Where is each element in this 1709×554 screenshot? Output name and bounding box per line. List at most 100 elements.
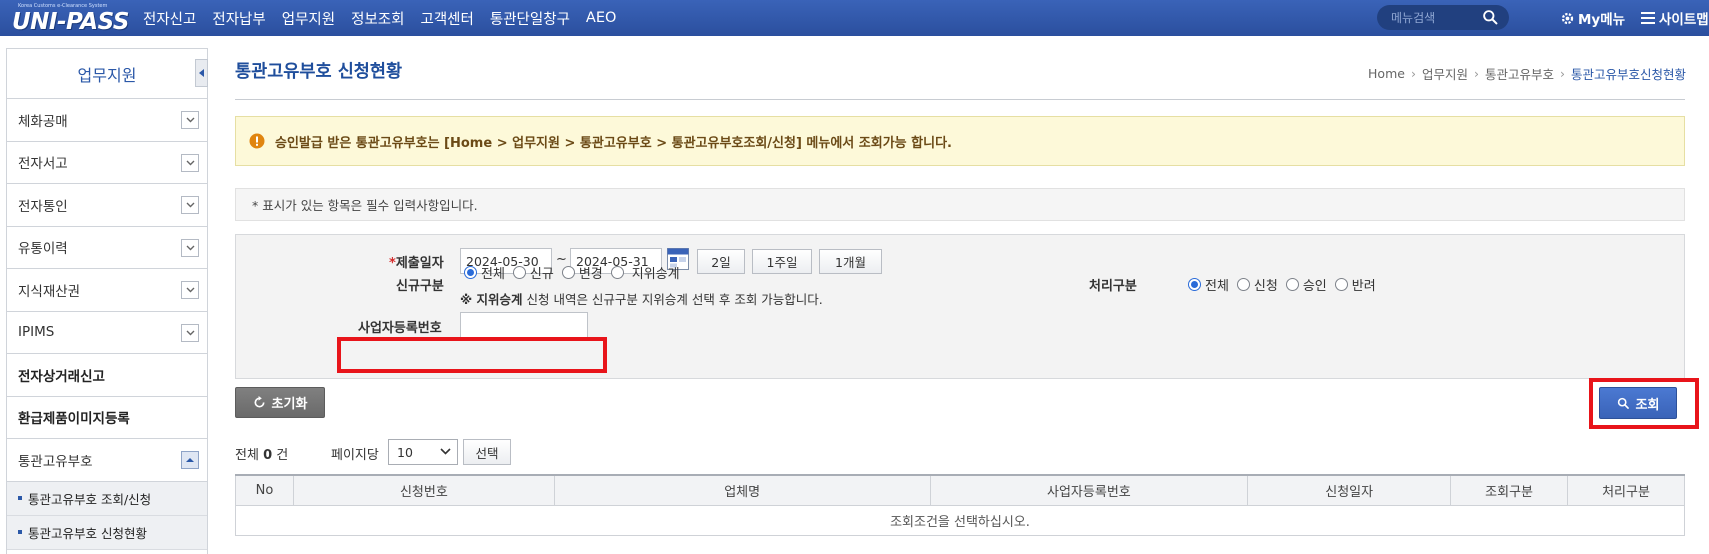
chevron-right-icon: › <box>1473 66 1479 81</box>
mymenu-link[interactable]: My메뉴 <box>1560 0 1625 36</box>
top-navigation-bar: Korea Customs e-Clearance System UNI-PAS… <box>0 0 1709 36</box>
succession-note-text: 신청 내역은 신규구분 지위승계 선택 후 조회 가능합니다. <box>522 292 823 307</box>
sidebar-item-distribution-history[interactable]: 유통이력 <box>7 227 207 269</box>
search-icon[interactable] <box>1482 9 1499 26</box>
radio-type-all[interactable]: 전체 <box>464 263 505 282</box>
per-page-value: 10 <box>397 444 413 460</box>
sidebar-item-bonded-auction[interactable]: 체화공매 <box>7 99 207 142</box>
title-divider <box>235 99 1685 100</box>
nav-item-customer-center[interactable]: 고객센터 <box>421 8 474 29</box>
radio-button[interactable] <box>1334 278 1348 291</box>
sidebar-subitem-customs-code-lookup[interactable]: 통관고유부호 조회/신청 <box>7 481 207 516</box>
sidebar-subitem-customs-code-status[interactable]: 통관고유부호 신청현황 <box>7 515 207 550</box>
chevron-down-icon <box>186 202 194 208</box>
radio-button[interactable] <box>561 266 575 279</box>
nav-item-single-window[interactable]: 통관단일창구 <box>490 8 570 29</box>
nav-item-business-support[interactable]: 업무지원 <box>282 8 335 29</box>
radio-type-succession[interactable]: 지위승계 <box>610 263 680 282</box>
breadcrumb-business-support[interactable]: 업무지원 <box>1422 64 1468 83</box>
radio-process-rejected[interactable]: 반려 <box>1334 275 1376 294</box>
sitemap-link[interactable]: 사이트맵 <box>1641 0 1709 36</box>
new-type-radio-group: 전체 신규 변경 지위승계 <box>464 263 688 282</box>
menu-search <box>1377 5 1509 30</box>
column-header-lookup-type[interactable]: 조회구분 <box>1450 474 1569 506</box>
breadcrumb-home[interactable]: Home <box>1368 66 1405 81</box>
radio-type-new[interactable]: 신규 <box>512 263 554 282</box>
radio-button[interactable] <box>464 266 477 279</box>
sidebar-collapse-button[interactable] <box>195 59 208 87</box>
column-header-business-number[interactable]: 사업자등록번호 <box>929 474 1249 506</box>
reset-label: 초기화 <box>271 397 308 412</box>
expand-toggle[interactable] <box>181 323 199 342</box>
radio-button[interactable] <box>512 266 526 279</box>
column-header-application-number[interactable]: 신청번호 <box>292 474 555 506</box>
nav-item-info-lookup[interactable]: 정보조회 <box>351 8 404 29</box>
sidebar-item-customs-code[interactable]: 통관고유부호 <box>7 439 207 482</box>
bullet-icon <box>18 496 22 500</box>
radio-process-all[interactable]: 전체 <box>1188 275 1229 294</box>
radio-label: 변경 <box>578 267 603 282</box>
sidebar-item-label: 전자상거래신고 <box>18 368 105 385</box>
notice-banner: 승인발급 받은 통관고유부호는 [Home > 업무지원 > 통관고유부호 > … <box>235 116 1685 166</box>
chevron-left-icon <box>198 69 204 77</box>
chevron-down-icon <box>186 330 194 335</box>
chevron-right-icon: › <box>1559 66 1565 81</box>
hamburger-icon <box>1641 12 1655 24</box>
nav-item-aeo[interactable]: AEO <box>586 10 617 26</box>
sidebar-subitem-label: 통관고유부호 조회/신청 <box>28 491 152 507</box>
page-title: 통관고유부호 신청현황 <box>235 62 403 82</box>
radio-button[interactable] <box>1188 278 1201 291</box>
period-2days-button[interactable]: 2일 <box>697 249 745 274</box>
nav-item-electronic-payment[interactable]: 전자납부 <box>212 8 265 29</box>
required-star: * <box>389 256 396 271</box>
total-prefix: 전체 <box>235 448 264 463</box>
sidebar-item-ecommerce-report[interactable]: 전자상거래신고 <box>7 354 207 397</box>
nav-item-electronic-report[interactable]: 전자신고 <box>143 8 196 29</box>
radio-process-apply[interactable]: 신청 <box>1236 275 1278 294</box>
chevron-down-icon <box>186 160 194 165</box>
refresh-icon <box>254 396 265 408</box>
radio-button[interactable] <box>1236 278 1250 291</box>
period-1month-button[interactable]: 1개월 <box>819 249 882 274</box>
column-header-application-date[interactable]: 신청일자 <box>1247 474 1452 506</box>
sidebar-item-electronic-seal[interactable]: 전자통인 <box>7 184 207 227</box>
menu-search-input[interactable] <box>1391 8 1481 27</box>
radio-process-approved[interactable]: 승인 <box>1285 275 1327 294</box>
mymenu-label: My메뉴 <box>1578 12 1626 28</box>
gear-icon <box>1561 12 1574 24</box>
breadcrumb-customs-code[interactable]: 통관고유부호 <box>1485 64 1554 83</box>
reset-button[interactable]: 초기화 <box>235 387 325 418</box>
business-number-input[interactable] <box>460 312 588 338</box>
expand-toggle[interactable] <box>181 111 199 129</box>
expand-toggle[interactable] <box>181 153 199 172</box>
unipass-logo[interactable]: Korea Customs e-Clearance System UNI-PAS… <box>10 3 129 35</box>
radio-label: 지위승계 <box>631 267 680 282</box>
chevron-up-icon <box>186 458 194 462</box>
sidebar-item-intellectual-property[interactable]: 지식재산권 <box>7 269 207 312</box>
sidebar-item-refund-image-registration[interactable]: 환급제품이미지등록 <box>7 397 207 439</box>
column-header-company-name[interactable]: 업체명 <box>553 474 931 506</box>
column-header-process-type[interactable]: 처리구분 <box>1567 474 1685 506</box>
succession-note: ※ 지위승계 신청 내역은 신규구분 지위승계 선택 후 조회 가능합니다. <box>460 289 823 308</box>
sidebar-item-label: 전자서고 <box>18 156 68 173</box>
radio-button[interactable] <box>1285 278 1299 291</box>
search-button[interactable]: 조회 <box>1599 387 1677 419</box>
radio-type-change[interactable]: 변경 <box>561 263 603 282</box>
expand-toggle[interactable] <box>181 238 199 257</box>
sidebar-item-ipims[interactable]: IPIMS <box>7 312 207 354</box>
expand-toggle[interactable] <box>181 281 199 299</box>
apply-per-page-button[interactable]: 선택 <box>463 439 511 465</box>
radio-button[interactable] <box>610 266 624 279</box>
period-1week-button[interactable]: 1주일 <box>752 249 812 274</box>
chevron-down-icon <box>186 117 194 123</box>
logo-text: UNI-PASS <box>12 9 129 35</box>
expand-toggle[interactable] <box>181 196 199 214</box>
collapse-toggle[interactable] <box>181 451 199 469</box>
table-header-row: No 신청번호 업체명 사업자등록번호 신청일자 조회구분 처리구분 <box>235 474 1685 506</box>
sidebar-item-electronic-archive[interactable]: 전자서고 <box>7 142 207 184</box>
sidebar: 업무지원 체화공매 전자서고 전자통인 유통이력 지식재산권 IPIMS 전자상… <box>6 48 208 554</box>
per-page-select[interactable]: 10 <box>388 439 458 465</box>
search-label: 조회 <box>1635 397 1660 413</box>
new-type-label: 신규구분 <box>396 279 444 294</box>
column-header-no[interactable]: No <box>235 474 294 506</box>
